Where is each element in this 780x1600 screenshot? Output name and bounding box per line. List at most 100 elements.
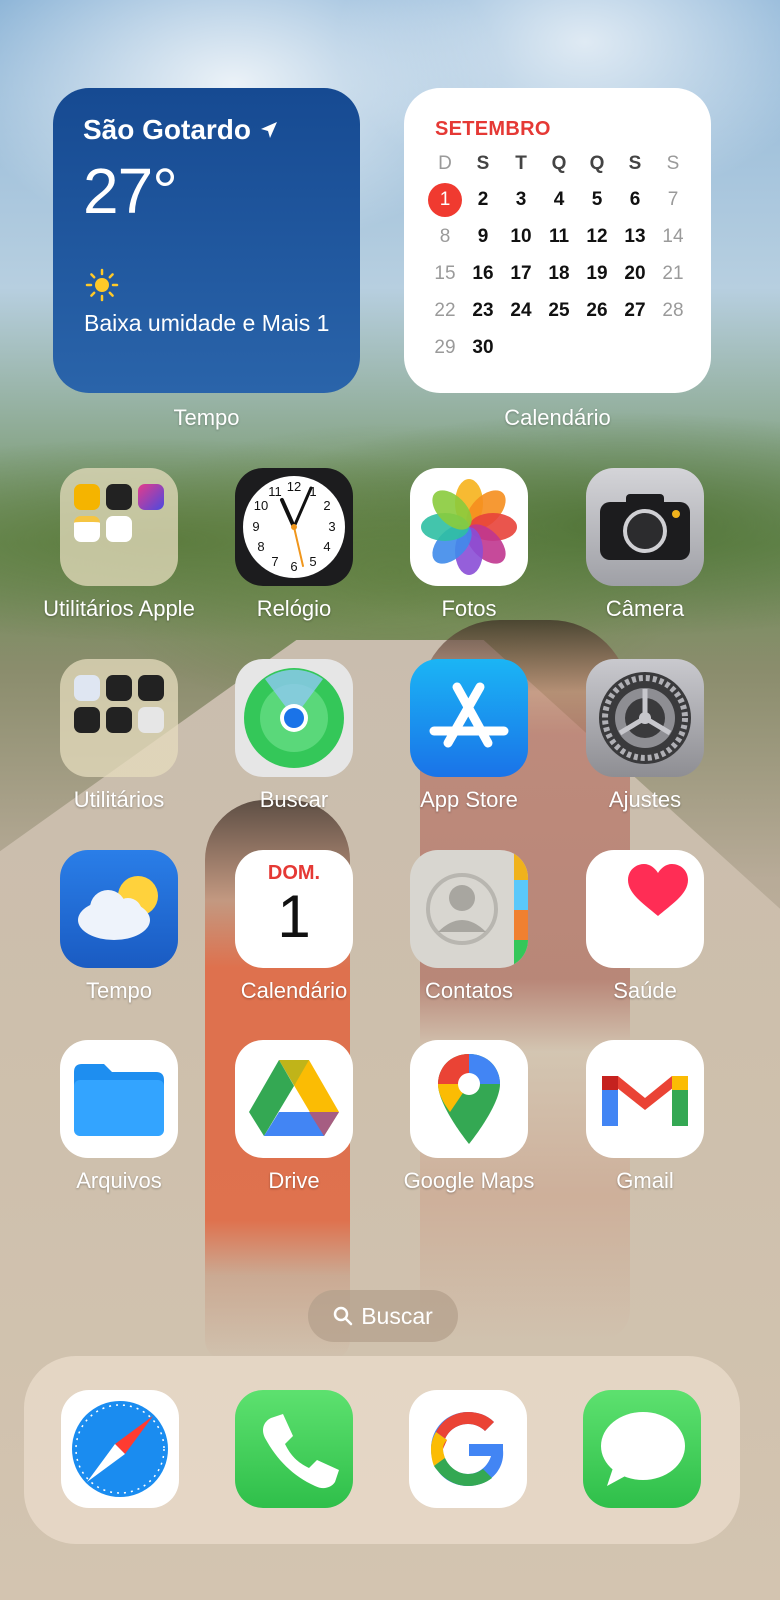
google-maps-pin-icon — [410, 1040, 528, 1158]
calendar-day — [540, 329, 578, 366]
svg-text:6: 6 — [290, 559, 297, 574]
calendar-day: 3 — [515, 188, 527, 210]
gmail-icon — [586, 1040, 704, 1158]
app-label: Fotos — [441, 596, 497, 621]
svg-text:12: 12 — [287, 479, 301, 494]
calendar-day: 22 — [434, 299, 456, 321]
dock-messages[interactable] — [554, 1390, 730, 1508]
folder-utilitarios-apple[interactable]: Utilitários Apple — [31, 468, 207, 622]
app-google-maps[interactable]: Google Maps — [381, 1040, 557, 1194]
calendar-grid: D S T Q Q S S 1 2 3 4 5 6 7 8 9 10 11 12 13 14 15 16 17 18 19 20 21… — [426, 147, 689, 366]
svg-text:10: 10 — [254, 498, 268, 513]
weather-temperature: 27° — [83, 155, 178, 227]
app-saude[interactable]: Saúde — [557, 850, 733, 1004]
app-label: Tempo — [85, 978, 153, 1003]
calendar-weekday: S — [476, 153, 490, 174]
app-store-icon — [410, 659, 528, 777]
calendar-day — [654, 329, 692, 366]
calendar-widget[interactable]: SETEMBRO D S T Q Q S S 1 2 3 4 5 6 7 8 9 10 11 12 13 14 15 16 1… — [404, 88, 711, 393]
app-label: Buscar — [259, 787, 329, 812]
calendar-day: 29 — [434, 336, 456, 358]
calendar-month: SETEMBRO — [435, 118, 551, 140]
app-contatos[interactable]: Contatos — [381, 850, 557, 1004]
calendar-day: 6 — [629, 188, 641, 210]
settings-gear-icon — [586, 659, 704, 777]
calendar-day — [502, 329, 540, 366]
svg-text:3: 3 — [328, 519, 335, 534]
google-g-icon — [409, 1390, 527, 1508]
app-fotos[interactable]: Fotos — [381, 468, 557, 622]
calendar-day: 27 — [624, 299, 646, 321]
calendar-day — [578, 329, 616, 366]
photos-icon — [410, 468, 528, 586]
calendar-icon: DOM. 1 — [235, 850, 353, 968]
calendar-day: 14 — [662, 225, 684, 247]
calendar-day: 5 — [591, 188, 603, 210]
calendar-day: 25 — [548, 299, 570, 321]
app-camera[interactable]: Câmera — [557, 468, 733, 622]
dock-google[interactable] — [380, 1390, 556, 1508]
spotlight-search-button[interactable]: Buscar — [308, 1290, 458, 1342]
app-gmail[interactable]: Gmail — [557, 1040, 733, 1194]
health-heart-icon — [586, 850, 704, 968]
app-drive[interactable]: Drive — [206, 1040, 382, 1194]
calendar-day: 9 — [477, 225, 489, 247]
app-label: Calendário — [240, 978, 348, 1003]
contacts-icon — [410, 850, 528, 968]
app-label: Saúde — [613, 978, 677, 1003]
calendar-day: 10 — [510, 225, 532, 247]
dock — [24, 1356, 740, 1544]
folder-utilitarios[interactable]: Utilitários — [31, 659, 207, 813]
dock-phone[interactable] — [206, 1390, 382, 1508]
calendar-day: 17 — [510, 262, 532, 284]
app-label: Gmail — [616, 1168, 674, 1193]
app-arquivos[interactable]: Arquivos — [31, 1040, 207, 1194]
phone-icon — [235, 1390, 353, 1508]
svg-text:11: 11 — [268, 484, 282, 499]
svg-text:5: 5 — [309, 554, 316, 569]
folder-icon — [60, 468, 178, 586]
calendar-day: 8 — [439, 225, 451, 247]
app-label: Drive — [268, 1168, 320, 1193]
calendar-weekday: Q — [551, 153, 567, 174]
weather-widget[interactable]: São Gotardo 27° Baixa umidade e Mais 1 — [53, 88, 360, 393]
calendar-day: 11 — [548, 225, 570, 247]
weather-city: São Gotardo — [83, 114, 252, 145]
calendar-weekday: T — [515, 153, 527, 174]
calendar-day: 23 — [472, 299, 494, 321]
search-label: Buscar — [361, 1302, 433, 1329]
calendar-day: 18 — [548, 262, 570, 284]
calendar-weekday: S — [666, 153, 680, 174]
calendar-day: 19 — [586, 262, 608, 284]
calendar-day: 13 — [624, 225, 646, 247]
calendar-day: 21 — [662, 262, 684, 284]
messages-bubble-icon — [583, 1390, 701, 1508]
clock-icon: 12 1 2 345 678 9 10 11 — [235, 468, 353, 586]
app-label: Contatos — [424, 978, 514, 1003]
search-icon — [333, 1306, 353, 1326]
app-app-store[interactable]: App Store — [381, 659, 557, 813]
app-label: Google Maps — [403, 1168, 535, 1193]
safari-compass-icon — [61, 1390, 179, 1508]
calendar-today: 1 — [426, 181, 464, 218]
dock-safari[interactable] — [32, 1390, 208, 1508]
app-calendario[interactable]: DOM. 1 Calendário — [206, 850, 382, 1004]
calendar-day: 28 — [662, 299, 684, 321]
svg-text:9: 9 — [252, 519, 259, 534]
weather-condition: Baixa umidade e Mais 1 — [84, 310, 330, 336]
app-tempo[interactable]: Tempo — [31, 850, 207, 1004]
svg-text:2: 2 — [323, 498, 330, 513]
calendar-day — [616, 329, 654, 366]
weather-icon — [60, 850, 178, 968]
app-ajustes[interactable]: Ajustes — [557, 659, 733, 813]
calendar-day: 24 — [510, 299, 532, 321]
calendar-day: 30 — [472, 336, 494, 358]
app-relogio[interactable]: 12 1 2 345 678 9 10 11 Relógio — [206, 468, 382, 622]
calendar-day: 4 — [553, 188, 565, 210]
app-label: Ajustes — [608, 787, 682, 812]
calendar-day: 26 — [586, 299, 608, 321]
calendar-day: 7 — [667, 188, 679, 210]
app-buscar[interactable]: Buscar — [206, 659, 382, 813]
calendar-weekday: D — [438, 153, 452, 174]
sun-icon — [85, 268, 119, 302]
